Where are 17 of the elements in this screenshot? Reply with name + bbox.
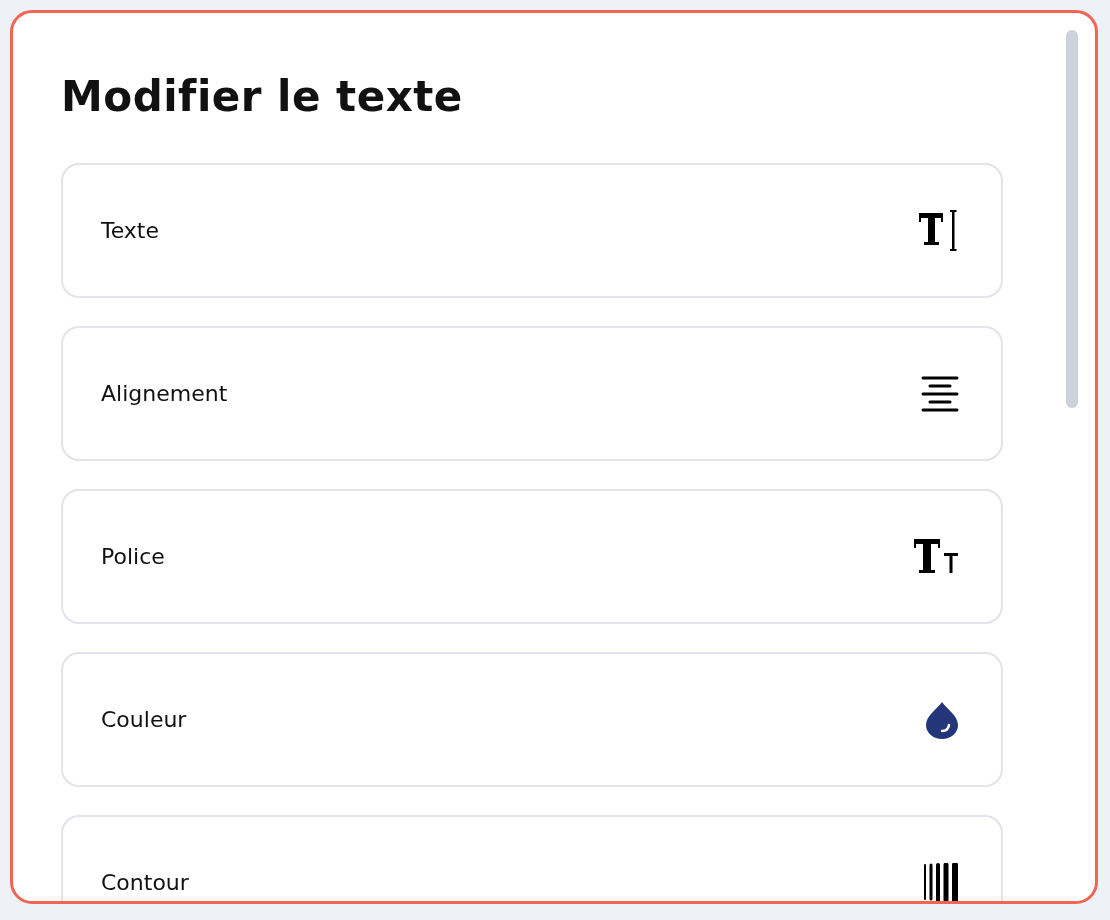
option-label: Alignement [101, 381, 228, 406]
text-cursor-icon [917, 208, 959, 253]
option-label: Couleur [101, 707, 187, 732]
option-label: Texte [101, 218, 160, 243]
option-card[interactable]: Police [61, 489, 1003, 624]
option-card[interactable]: Texte [61, 163, 1003, 298]
stroke-width-icon [923, 862, 959, 901]
droplet-icon [925, 700, 959, 739]
option-card[interactable]: Alignement [61, 326, 1003, 461]
scrollbar-thumb[interactable] [1066, 30, 1078, 408]
panel-title: Modifier le texte [61, 71, 464, 123]
align-center-icon [921, 375, 959, 412]
option-card[interactable]: Couleur [61, 652, 1003, 787]
option-label: Police [101, 544, 165, 569]
option-card[interactable]: Contour [61, 815, 1003, 901]
font-size-icon [913, 538, 959, 575]
option-label: Contour [101, 870, 189, 895]
